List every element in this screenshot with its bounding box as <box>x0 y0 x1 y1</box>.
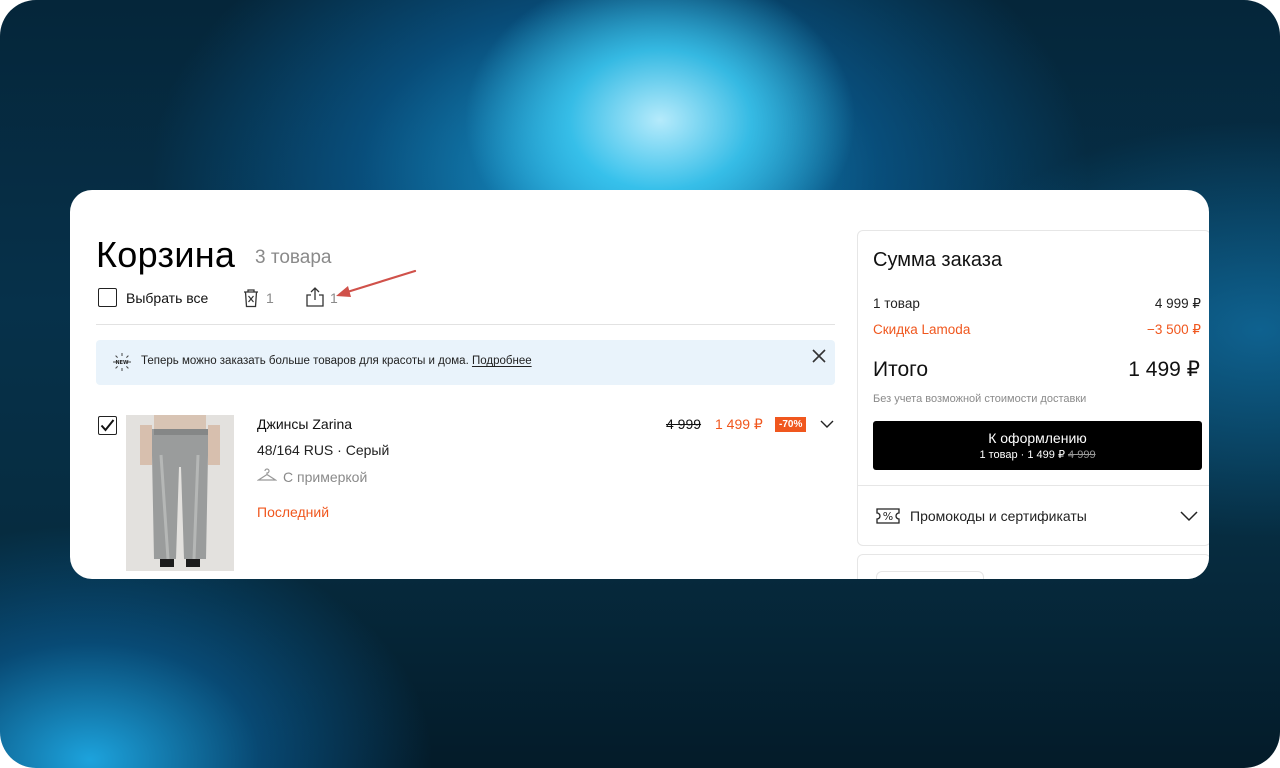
discount-label: Скидка Lamoda <box>873 322 971 337</box>
secondary-card-tab[interactable] <box>876 571 984 579</box>
trash-icon[interactable] <box>242 288 260 308</box>
cart-item-count: 3 товара <box>255 247 332 268</box>
share-icon[interactable] <box>304 286 326 308</box>
checkout-old-price: 4 999 <box>1068 449 1096 461</box>
checkout-button[interactable]: К оформлению 1 товар · 1 499 ₽ 4 999 <box>873 421 1202 470</box>
summary-title: Сумма заказа <box>873 249 1003 271</box>
order-summary: Сумма заказа 1 товар 4 999 ₽ Скидка Lamo… <box>857 230 1209 546</box>
hanger-icon <box>257 468 277 481</box>
cart-page: Корзина 3 товара Выбрать все 1 1 NEW Теп… <box>70 190 1209 579</box>
new-icon: NEW <box>113 353 131 371</box>
info-banner: NEW Теперь можно заказать больше товаров… <box>96 340 835 385</box>
secondary-card <box>857 554 1209 579</box>
delivery-note: Без учета возможной стоимости доставки <box>873 393 1087 405</box>
new-price: 1 499 ₽ <box>715 416 763 432</box>
product-name[interactable]: Джинсы Zarina <box>257 416 352 432</box>
select-all-checkbox[interactable] <box>98 288 117 307</box>
page-title: Корзина <box>96 234 236 275</box>
chevron-down-icon[interactable] <box>1180 510 1198 522</box>
svg-text:NEW: NEW <box>115 360 129 366</box>
total-label: Итого <box>873 358 929 381</box>
items-label: 1 товар <box>873 296 920 311</box>
delete-count: 1 <box>266 290 274 306</box>
select-all-label[interactable]: Выбрать все <box>126 290 208 306</box>
banner-text: Теперь можно заказать больше товаров для… <box>141 355 532 367</box>
promo-label[interactable]: Промокоды и сертификаты <box>910 508 1087 524</box>
close-icon[interactable] <box>811 348 827 364</box>
items-value: 4 999 ₽ <box>1154 296 1201 311</box>
fitting-label: С примеркой <box>283 469 368 485</box>
item-checkbox[interactable] <box>98 416 117 435</box>
svg-text:%: % <box>883 510 893 523</box>
banner-more-link[interactable]: Подробнее <box>472 355 532 367</box>
checkout-subtitle: 1 товар · 1 499 ₽ 4 999 <box>873 448 1202 461</box>
arrow-annotation <box>336 269 417 297</box>
check-icon <box>100 419 115 432</box>
jeans-photo <box>126 415 234 571</box>
cart-toolbar: Выбрать все 1 1 <box>98 286 838 308</box>
chevron-down-icon[interactable] <box>820 418 834 430</box>
discount-value: −3 500 ₽ <box>1146 322 1201 337</box>
product-image[interactable] <box>126 415 234 571</box>
last-item-badge: Последний <box>257 504 330 520</box>
checkout-sub-text: 1 товар · 1 499 ₽ <box>979 449 1065 461</box>
banner-message: Теперь можно заказать больше товаров для… <box>141 355 472 367</box>
percent-tag-icon: % <box>876 508 900 524</box>
product-size-color: 48/164 RUS · Серый <box>257 442 390 458</box>
total-value: 1 499 ₽ <box>1128 358 1200 381</box>
discount-badge: -70% <box>775 417 807 432</box>
divider <box>858 485 1209 486</box>
old-price: 4 999 <box>666 416 702 432</box>
checkout-label: К оформлению <box>988 430 1087 446</box>
divider <box>96 324 835 325</box>
